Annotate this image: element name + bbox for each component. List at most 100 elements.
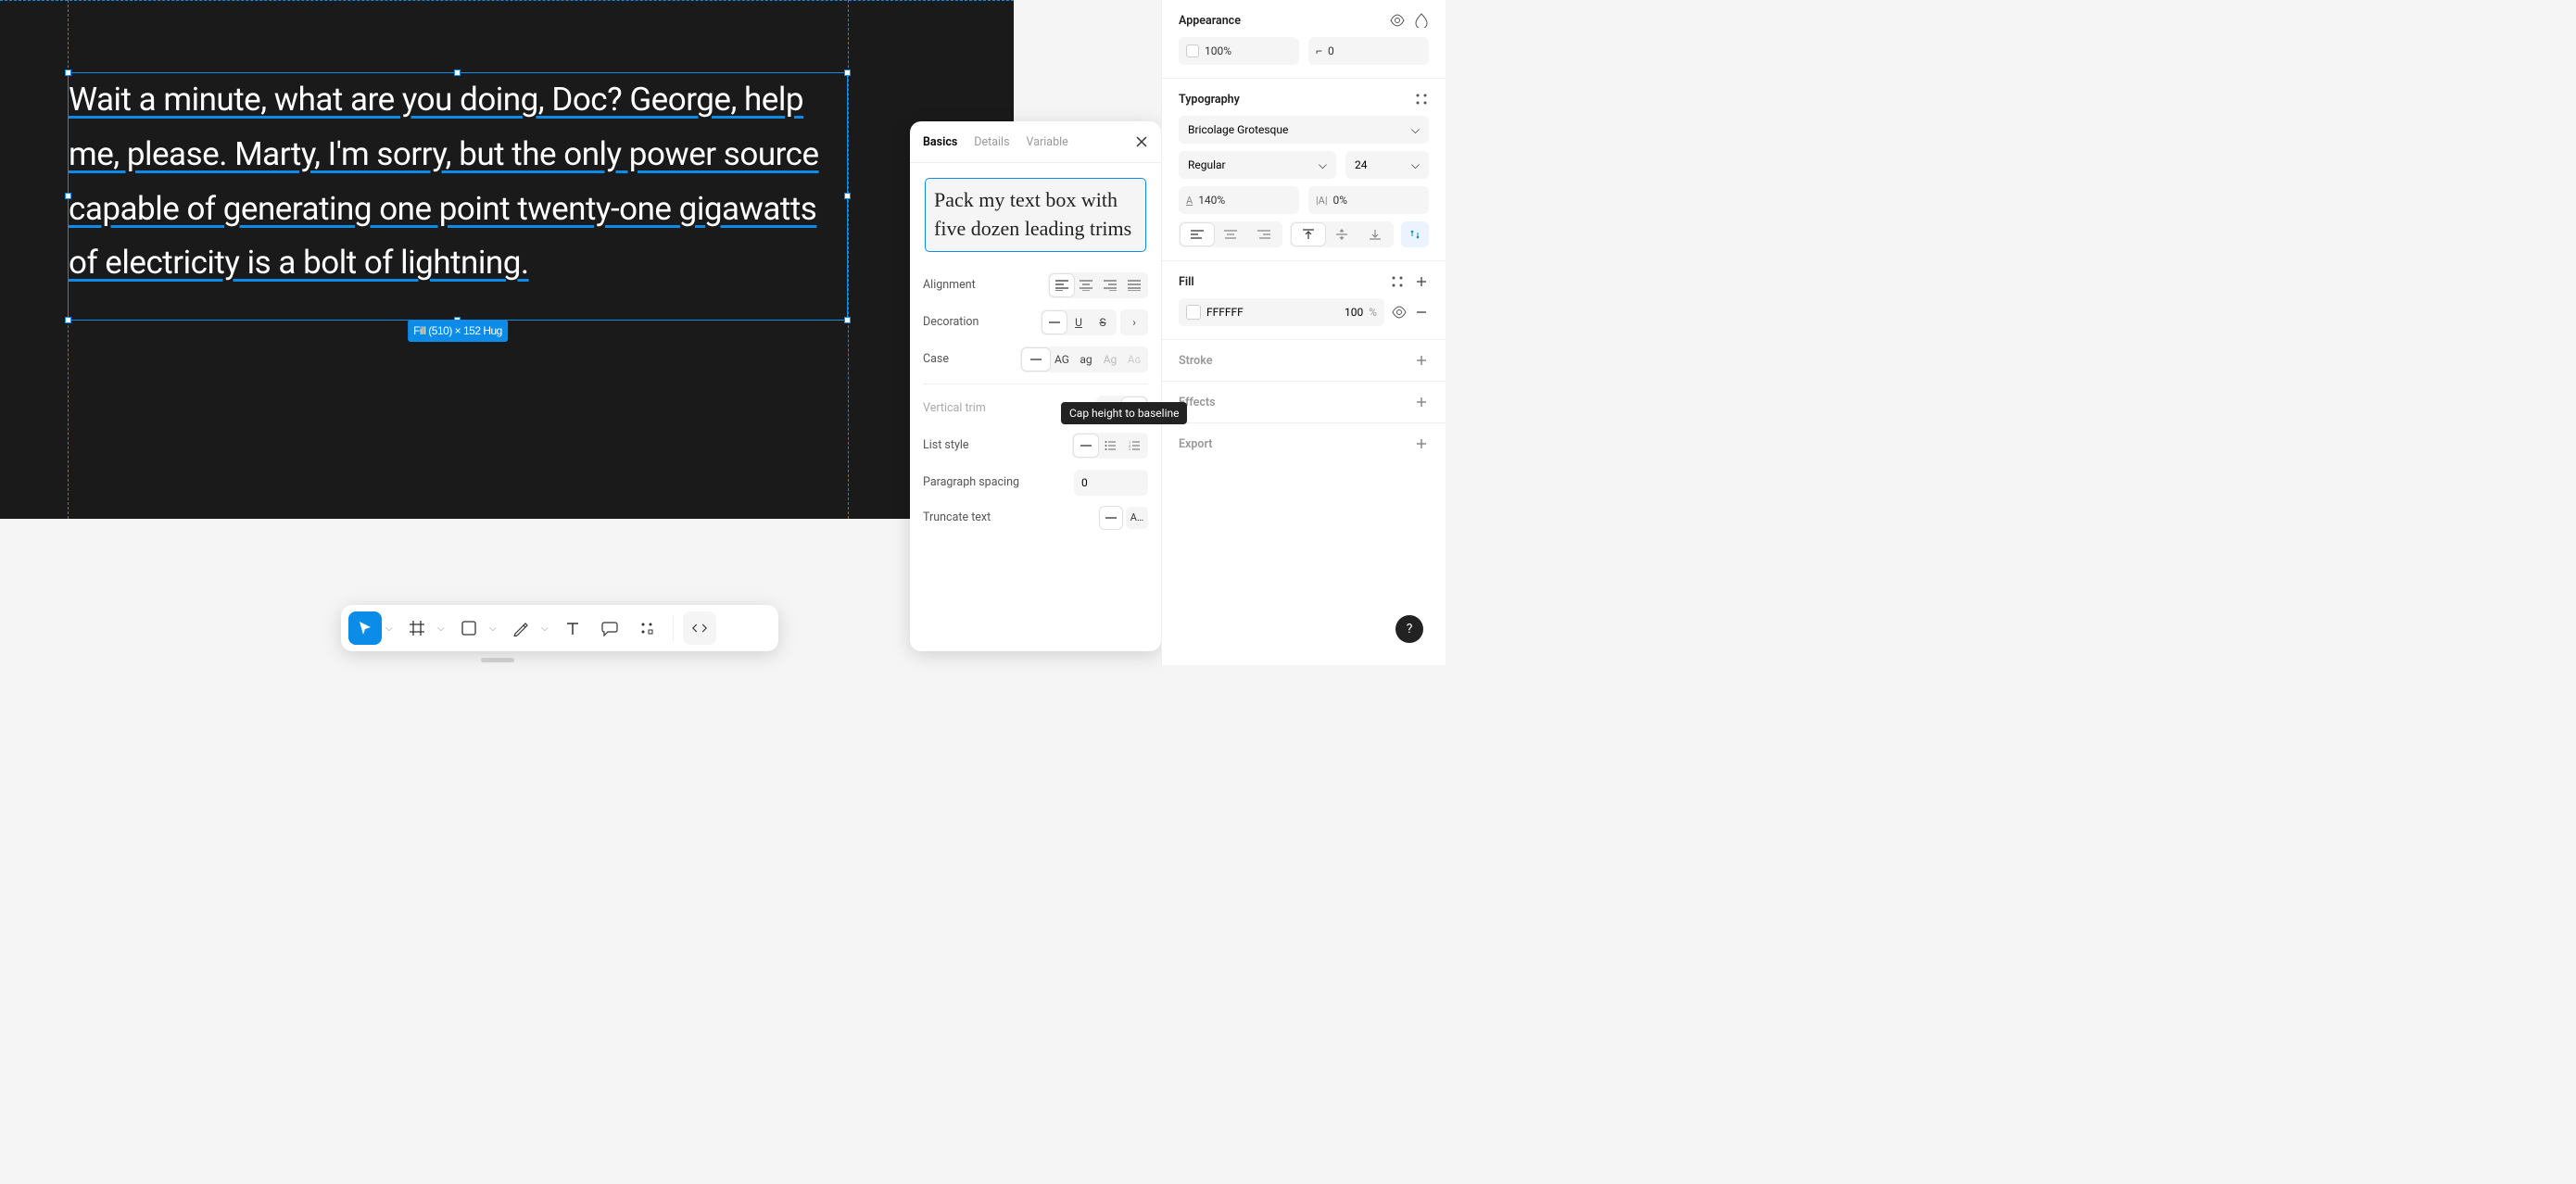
blend-mode-icon[interactable] (1414, 13, 1429, 28)
resize-handle-top-right[interactable] (844, 69, 851, 76)
export-title: Export (1179, 437, 1212, 451)
comment-tool-button[interactable] (593, 611, 626, 645)
list-none-button[interactable] (1074, 435, 1098, 457)
alignment-row: Alignment (910, 267, 1161, 304)
fill-styles-icon[interactable] (1390, 274, 1405, 289)
case-lower-button[interactable]: ag (1074, 348, 1098, 371)
help-button[interactable]: ? (1395, 615, 1423, 643)
line-height-value: 140% (1198, 194, 1225, 207)
paragraph-spacing-input[interactable] (1074, 470, 1148, 496)
decoration-underline-button[interactable]: U (1067, 311, 1091, 334)
truncate-none-button[interactable] (1100, 507, 1122, 529)
line-height-input[interactable]: A140% (1179, 186, 1299, 214)
truncate-label: Truncate text (923, 510, 991, 524)
resize-handle-mid-left[interactable] (65, 193, 71, 199)
actions-tool-button[interactable] (630, 611, 663, 645)
stroke-title: Stroke (1179, 354, 1212, 368)
font-size-dropdown[interactable]: 24⌵ (1345, 151, 1429, 179)
typography-more-button[interactable] (1401, 221, 1429, 247)
truncate-row: Truncate text A… (910, 501, 1161, 535)
letter-spacing-icon: |A| (1316, 195, 1328, 207)
fill-color-chip[interactable]: FFFFFF 100 % (1179, 298, 1384, 326)
appearance-section: Appearance 100% ⌐0 (1162, 0, 1446, 79)
fill-title: Fill (1179, 275, 1194, 289)
fill-opacity-value[interactable]: 100 (1345, 306, 1363, 319)
scroll-indicator[interactable] (481, 658, 514, 662)
text-align-center-button[interactable] (1214, 223, 1247, 246)
align-left-button[interactable] (1050, 274, 1074, 296)
pen-tool-chevron[interactable]: ⌵ (541, 623, 552, 634)
fill-visibility-icon[interactable] (1392, 305, 1407, 320)
text-content[interactable]: Wait a minute, what are you doing, Doc? … (69, 81, 819, 282)
decoration-strikethrough-button[interactable]: S (1091, 311, 1115, 334)
corner-radius-input[interactable]: ⌐0 (1308, 37, 1429, 65)
effects-add-icon[interactable] (1414, 395, 1429, 409)
v-align-bottom-button[interactable] (1358, 223, 1392, 246)
text-align-left-button[interactable] (1181, 223, 1214, 246)
tab-variable[interactable]: Variable (1027, 135, 1068, 149)
alignment-segment (1048, 272, 1148, 298)
resize-handle-top-center[interactable] (454, 69, 461, 76)
text-align-right-button[interactable] (1247, 223, 1281, 246)
typography-settings-icon[interactable] (1414, 92, 1429, 107)
v-align-top-button[interactable] (1292, 223, 1325, 246)
dev-mode-button[interactable] (683, 611, 716, 645)
toolbar-separator (673, 615, 674, 641)
fill-remove-icon[interactable] (1414, 305, 1429, 320)
letter-spacing-input[interactable]: |A|0% (1308, 186, 1429, 214)
truncate-ellipsis-button[interactable]: A… (1126, 507, 1148, 529)
frame-tool-chevron[interactable]: ⌵ (437, 623, 448, 634)
case-segment: AG ag Ag Aɢ (1020, 346, 1148, 372)
decoration-more-button[interactable]: › (1122, 311, 1146, 334)
tab-details[interactable]: Details (974, 135, 1009, 149)
properties-sidebar: Appearance 100% ⌐0 Typography Bricolage … (1161, 0, 1446, 665)
font-size-value: 24 (1355, 158, 1368, 171)
text-tool-button[interactable] (556, 611, 589, 645)
close-icon[interactable] (1135, 135, 1148, 148)
opacity-value: 100% (1205, 44, 1231, 57)
fill-hex-value[interactable]: FFFFFF (1206, 306, 1339, 319)
fill-add-icon[interactable] (1414, 274, 1429, 289)
font-weight-dropdown[interactable]: Regular⌵ (1179, 151, 1336, 179)
list-numbered-button[interactable]: 123 (1122, 435, 1146, 457)
shape-tool-chevron[interactable]: ⌵ (489, 623, 500, 634)
decoration-label: Decoration (923, 315, 979, 329)
tools-toolbar: ⌵ ⌵ ⌵ ⌵ (341, 605, 778, 651)
case-upper-button[interactable]: AG (1050, 348, 1074, 371)
font-family-dropdown[interactable]: Bricolage Grotesque⌵ (1179, 116, 1429, 144)
align-right-button[interactable] (1098, 274, 1122, 296)
resize-handle-mid-right[interactable] (844, 193, 851, 199)
chevron-down-icon: ⌵ (1319, 158, 1327, 172)
decoration-none-button[interactable] (1042, 311, 1067, 334)
stroke-add-icon[interactable] (1414, 353, 1429, 368)
selected-text-frame[interactable]: Wait a minute, what are you doing, Doc? … (68, 72, 848, 321)
resize-handle-bottom-right[interactable] (844, 317, 851, 323)
corner-radius-value: 0 (1328, 44, 1334, 57)
case-smallcaps-button[interactable]: Aɢ (1122, 348, 1146, 371)
move-tool-chevron[interactable]: ⌵ (385, 623, 397, 634)
opacity-input[interactable]: 100% (1179, 37, 1299, 65)
fill-swatch[interactable] (1186, 305, 1201, 320)
resize-handle-top-left[interactable] (65, 69, 71, 76)
pen-tool-button[interactable] (504, 611, 537, 645)
move-tool-button[interactable] (348, 611, 382, 645)
align-center-button[interactable] (1074, 274, 1098, 296)
list-bullet-button[interactable] (1098, 435, 1122, 457)
v-align-middle-button[interactable] (1325, 223, 1358, 246)
align-justify-button[interactable] (1122, 274, 1146, 296)
font-family-value: Bricolage Grotesque (1188, 123, 1288, 136)
case-title-button[interactable]: Ag (1098, 348, 1122, 371)
paragraph-spacing-row: Paragraph spacing (910, 464, 1161, 501)
tab-basics[interactable]: Basics (923, 135, 957, 149)
fill-opacity-unit: % (1369, 306, 1377, 319)
resize-handle-bottom-left[interactable] (65, 317, 71, 323)
shape-tool-button[interactable] (452, 611, 486, 645)
case-none-button[interactable] (1022, 348, 1050, 371)
export-add-icon[interactable] (1414, 436, 1429, 451)
selection-size-badge: Fill (510) × 152 Hug (408, 320, 508, 342)
visibility-icon[interactable] (1390, 13, 1405, 28)
frame-tool-button[interactable] (400, 611, 434, 645)
list-style-row: List style 123 (910, 427, 1161, 464)
canvas-dark-area[interactable]: Wait a minute, what are you doing, Doc? … (0, 0, 1014, 519)
truncate-segment: A… (1100, 507, 1148, 529)
